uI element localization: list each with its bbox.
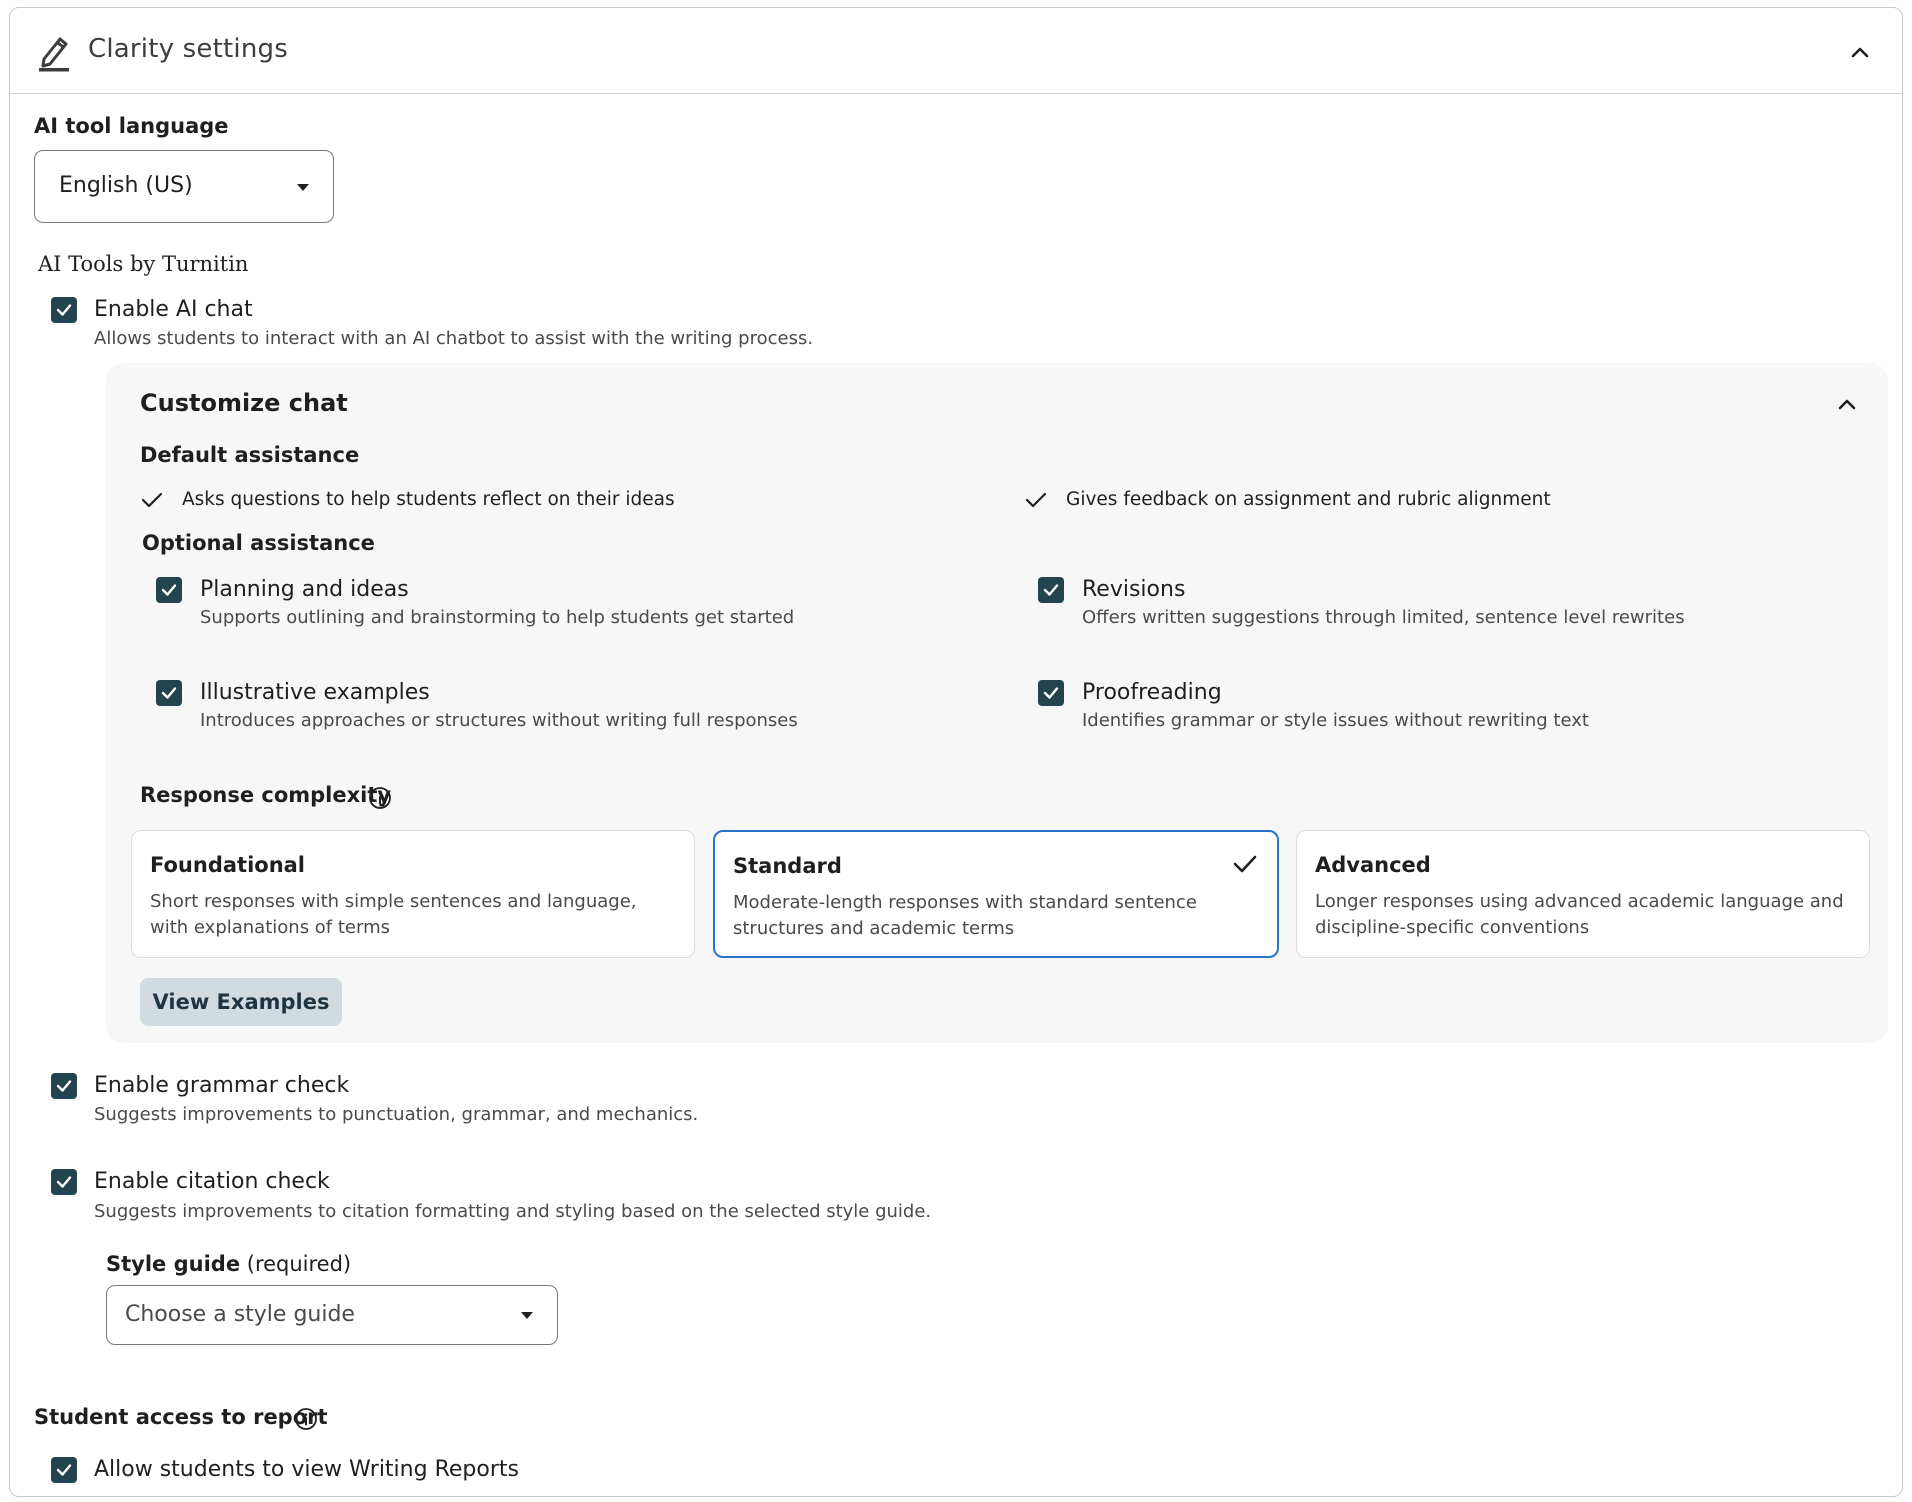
illustrative-examples-checkbox[interactable] (156, 680, 182, 706)
default-assistance-heading: Default assistance (140, 443, 360, 467)
enable-ai-chat-description: Allows students to interact with an AI c… (94, 328, 814, 349)
info-icon[interactable] (368, 786, 392, 810)
enable-ai-chat-label: Enable AI chat (94, 297, 253, 322)
enable-citation-check-label: Enable citation check (94, 1169, 330, 1194)
option-description: Short responses with simple sentences an… (150, 891, 637, 938)
style-guide-label: Style guide (106, 1252, 241, 1276)
view-examples-button[interactable]: View Examples (140, 978, 342, 1026)
default-assistance-item: Gives feedback on assignment and rubric … (1066, 489, 1551, 510)
default-assistance-item: Asks questions to help students reflect … (182, 489, 675, 510)
style-guide-label-row: Style guide (required) (106, 1252, 351, 1276)
clarity-settings-panel: Clarity settings AI tool language Englis… (9, 7, 1903, 1497)
check-icon (56, 1176, 72, 1188)
chevron-up-icon[interactable] (1846, 38, 1874, 66)
proofreading-checkbox[interactable] (1038, 680, 1064, 706)
option-title: Standard (733, 854, 842, 878)
enable-ai-chat-checkbox[interactable] (51, 297, 77, 323)
check-icon (161, 687, 177, 699)
ai-tools-title: AI Tools by Turnitin (38, 252, 249, 276)
view-examples-label: View Examples (152, 990, 330, 1014)
check-icon (1043, 687, 1059, 699)
check-icon (56, 1464, 72, 1476)
enable-grammar-check-label: Enable grammar check (94, 1073, 350, 1098)
check-icon (161, 584, 177, 596)
revisions-checkbox[interactable] (1038, 577, 1064, 603)
panel-title: Clarity settings (88, 34, 288, 64)
enable-citation-check-description: Suggests improvements to citation format… (94, 1201, 932, 1222)
caret-down-icon (297, 184, 309, 191)
option-description: Longer responses using advanced academic… (1315, 891, 1844, 938)
check-icon (1233, 855, 1257, 873)
optional-assistance-heading: Optional assistance (142, 531, 375, 555)
check-icon (56, 1080, 72, 1092)
enable-grammar-check-description: Suggests improvements to punctuation, gr… (94, 1104, 699, 1125)
check-icon (1025, 492, 1047, 508)
complexity-option-foundational[interactable]: Foundational Short responses with simple… (131, 830, 695, 958)
info-icon[interactable] (294, 1407, 318, 1431)
style-guide-select[interactable]: Choose a style guide (106, 1285, 558, 1345)
enable-citation-check-checkbox[interactable] (51, 1169, 77, 1195)
customize-chat-title: Customize chat (140, 389, 348, 417)
enable-grammar-check-checkbox[interactable] (51, 1073, 77, 1099)
option-title: Advanced (1315, 853, 1431, 877)
language-select[interactable]: English (US) (34, 150, 334, 223)
panel-header[interactable]: Clarity settings (10, 8, 1902, 94)
pencil-icon (39, 37, 69, 72)
allow-writing-reports-label: Allow students to view Writing Reports (94, 1457, 519, 1482)
check-icon (1043, 584, 1059, 596)
option-description: Moderate-length responses with standard … (733, 892, 1197, 939)
style-guide-required: (required) (246, 1252, 352, 1276)
check-icon (141, 492, 163, 508)
language-value: English (US) (59, 173, 193, 198)
caret-down-icon (521, 1312, 533, 1319)
allow-writing-reports-checkbox[interactable] (51, 1457, 77, 1483)
response-complexity-heading: Response complexity (140, 783, 392, 807)
language-label: AI tool language (34, 114, 229, 138)
planning-ideas-description: Supports outlining and brainstorming to … (200, 607, 795, 628)
option-title: Foundational (150, 853, 306, 877)
style-guide-placeholder: Choose a style guide (125, 1302, 355, 1327)
proofreading-label: Proofreading (1082, 680, 1222, 705)
check-icon (56, 304, 72, 316)
chevron-up-icon[interactable] (1834, 391, 1860, 417)
illustrative-examples-description: Introduces approaches or structures with… (200, 710, 798, 731)
complexity-option-standard[interactable]: Standard Moderate-length responses with … (713, 830, 1279, 958)
illustrative-examples-label: Illustrative examples (200, 680, 430, 705)
planning-ideas-label: Planning and ideas (200, 577, 409, 602)
proofreading-description: Identifies grammar or style issues witho… (1082, 710, 1589, 731)
planning-ideas-checkbox[interactable] (156, 577, 182, 603)
student-access-heading: Student access to report (34, 1405, 328, 1429)
revisions-description: Offers written suggestions through limit… (1082, 607, 1685, 628)
complexity-option-advanced[interactable]: Advanced Longer responses using advanced… (1296, 830, 1870, 958)
revisions-label: Revisions (1082, 577, 1186, 602)
